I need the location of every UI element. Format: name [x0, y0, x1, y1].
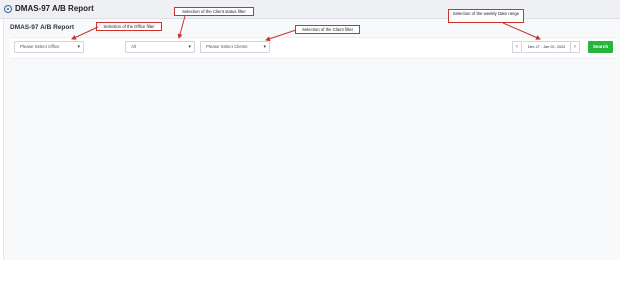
page-title: DMAS-97 A/B Report [10, 24, 75, 31]
client-status-select[interactable]: All ▾ [125, 41, 195, 53]
app-title: DMAS-97 A/B Report [15, 4, 94, 13]
date-range-callout: Selection of the weekly Date range [448, 9, 524, 23]
office-select-value: Please Select Office [20, 44, 60, 49]
client-filter-callout: Selection of the Client filter [295, 25, 360, 34]
client-status-select-value: All [131, 44, 136, 49]
client-status-filter-callout: Selection of the Client status filter [174, 7, 254, 16]
search-button[interactable]: Search [588, 41, 613, 53]
client-select[interactable]: Please Select Clients ▾ [200, 41, 270, 53]
chevron-down-icon: ▾ [263, 44, 266, 50]
office-filter-callout: Selection of the Office filter [96, 22, 162, 31]
client-select-value: Please Select Clients [206, 44, 248, 49]
previous-week-button[interactable]: ‹ [512, 41, 522, 53]
date-range-display[interactable]: Dec 27 - Jan 02, 2024 [523, 41, 570, 53]
chevron-down-icon: ▾ [188, 44, 191, 50]
app-logo-icon [4, 5, 12, 13]
office-select[interactable]: Please Select Office ▾ [14, 41, 84, 53]
next-week-button[interactable]: › [570, 41, 580, 53]
chevron-down-icon: ▾ [77, 44, 80, 50]
